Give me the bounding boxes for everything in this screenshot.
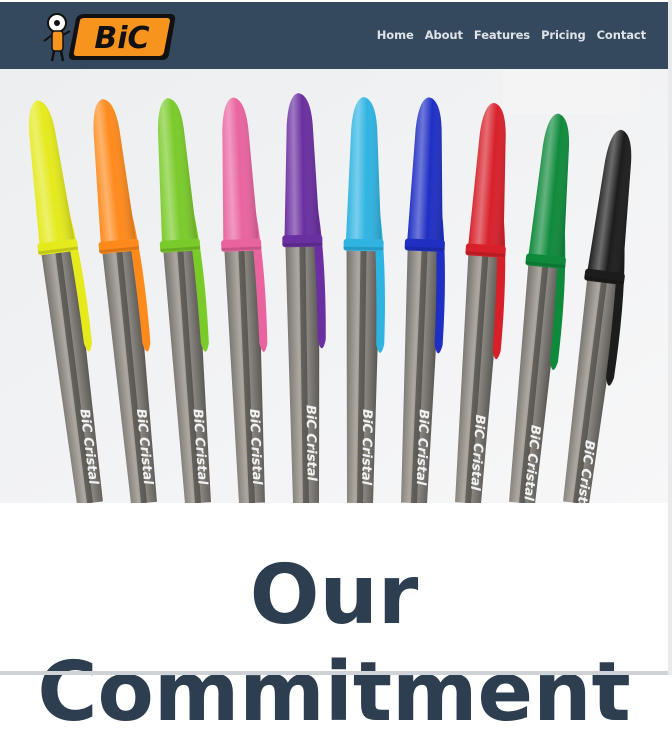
pens-photo: BiC Cristal BiC Cristal BiC Cristal BiC Cri… <box>0 69 668 503</box>
logo-text: BiC <box>94 21 149 56</box>
hero-image-pens: BiC Cristal BiC Cristal BiC Cristal BiC Cri… <box>0 69 668 503</box>
pen-imprint: BiC Cristal <box>246 409 264 486</box>
nav-link-pricing[interactable]: Pricing <box>541 28 586 42</box>
vertical-scrollbar[interactable] <box>668 0 672 675</box>
section-title-line-2: Commitment <box>37 645 631 740</box>
pen-imprint: BiC Cristal <box>413 409 431 486</box>
bic-logo[interactable]: BiC <box>38 11 178 63</box>
main-nav: Home About Features Pricing Contact <box>377 28 646 42</box>
nav-link-features[interactable]: Features <box>474 28 530 42</box>
navbar: BiC Home About Features Pricing Contact <box>0 2 668 69</box>
section-title-line-1: Our <box>249 548 419 643</box>
pen-imprint: BiC Cristal <box>358 409 374 486</box>
nav-link-about[interactable]: About <box>425 28 463 42</box>
nav-link-home[interactable]: Home <box>377 28 414 42</box>
pen-imprint: BiC Cristal <box>303 405 319 482</box>
horizontal-scrollbar[interactable] <box>0 671 672 675</box>
nav-link-contact[interactable]: Contact <box>597 28 647 42</box>
bic-boy-mascot-icon <box>43 13 71 62</box>
